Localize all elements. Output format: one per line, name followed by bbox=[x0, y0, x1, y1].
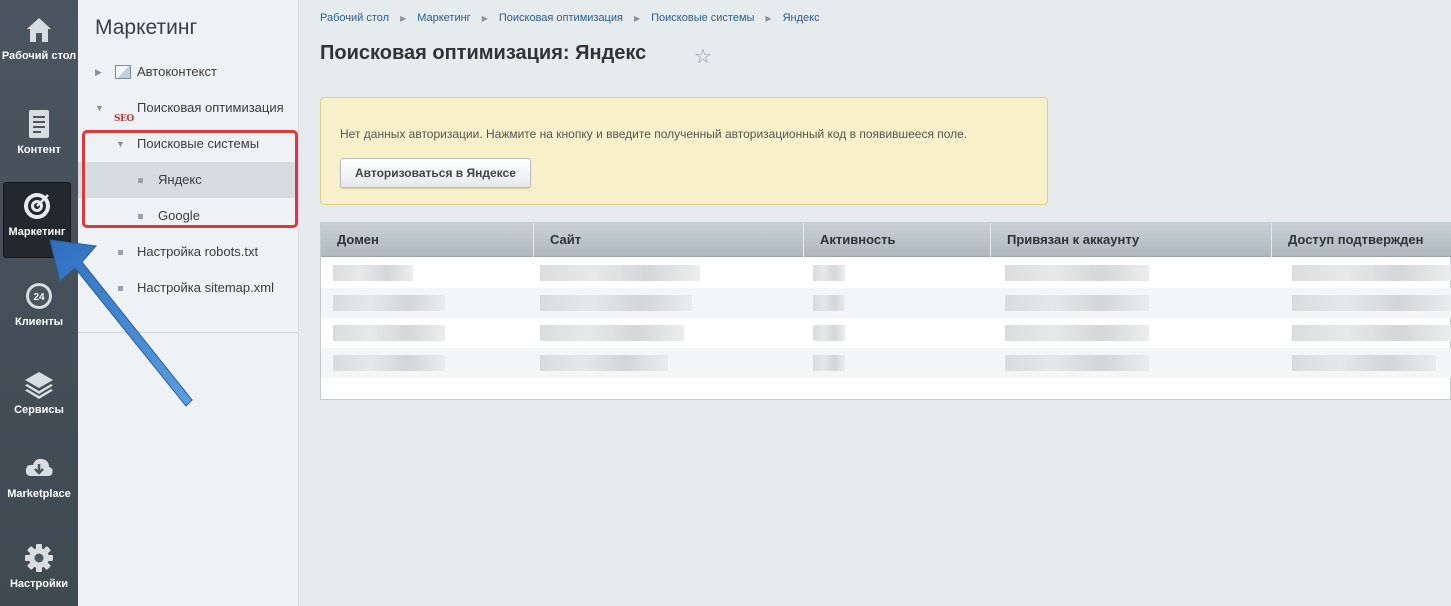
breadcrumb-link[interactable]: Яндекс bbox=[783, 12, 820, 24]
rail-item-services[interactable]: Сервисы bbox=[0, 368, 78, 416]
table-row[interactable] bbox=[321, 318, 1451, 348]
menu-item-robots[interactable]: Настройка robots.txt bbox=[78, 234, 298, 270]
chart-icon bbox=[115, 65, 131, 79]
column-header-site[interactable]: Сайт bbox=[534, 223, 804, 257]
rail-item-label: Сервисы bbox=[14, 404, 64, 416]
menu-item-label: Поисковая оптимизация bbox=[137, 100, 284, 115]
svg-text:24: 24 bbox=[33, 292, 45, 303]
auth-notice: Нет данных авторизации. Нажмите на кнопк… bbox=[320, 97, 1048, 205]
breadcrumb-separator-icon: ▶ bbox=[633, 14, 641, 23]
rail-item-label: Маркетинг bbox=[8, 226, 66, 238]
menu-item-sitemap[interactable]: Настройка sitemap.xml bbox=[78, 270, 298, 306]
table-row[interactable] bbox=[321, 258, 1451, 288]
rail-item-marketing[interactable]: Маркетинг bbox=[3, 182, 71, 258]
column-header-activity[interactable]: Активность bbox=[804, 223, 991, 257]
main-nav-rail: Рабочий стол Контент Маркетинг 24 Клиент… bbox=[0, 0, 78, 606]
notice-text: Нет данных авторизации. Нажмите на кнопк… bbox=[340, 127, 968, 141]
rail-item-content[interactable]: Контент bbox=[0, 108, 78, 156]
column-header-domain[interactable]: Домен bbox=[321, 223, 534, 257]
breadcrumb-link[interactable]: Рабочий стол bbox=[320, 12, 389, 24]
bullet-icon bbox=[118, 286, 123, 291]
menu-title: Маркетинг bbox=[95, 16, 198, 39]
column-header-access-confirmed[interactable]: Доступ подтвержден bbox=[1272, 223, 1451, 257]
rail-item-marketplace[interactable]: Marketplace bbox=[0, 452, 78, 500]
clients-24-icon: 24 bbox=[26, 283, 52, 309]
breadcrumb-link[interactable]: Поисковые системы bbox=[651, 12, 754, 24]
rail-item-settings[interactable]: Настройки bbox=[0, 542, 78, 590]
column-header-linked-account[interactable]: Привязан к аккаунту bbox=[991, 223, 1272, 257]
menu-item-autocontext[interactable]: ▶ Автоконтекст bbox=[78, 54, 298, 90]
layers-icon bbox=[25, 372, 53, 399]
rail-item-label: Настройки bbox=[9, 578, 69, 590]
home-icon bbox=[27, 18, 51, 42]
breadcrumb-separator-icon: ▶ bbox=[481, 14, 488, 23]
rail-item-desktop[interactable]: Рабочий стол bbox=[0, 14, 78, 62]
target-icon bbox=[24, 193, 50, 219]
rail-item-label: Клиенты bbox=[14, 316, 63, 328]
gear-icon bbox=[25, 544, 53, 572]
breadcrumb-separator-icon: ▶ bbox=[765, 14, 772, 23]
menu-item-seo[interactable]: ▼ SEO Поисковая оптимизация bbox=[78, 90, 298, 126]
table-row[interactable] bbox=[321, 288, 1451, 318]
document-icon bbox=[29, 110, 49, 138]
breadcrumb-link[interactable]: Поисковая оптимизация bbox=[499, 12, 623, 24]
domains-table: Домен Сайт Активность Привязан к аккаунт… bbox=[320, 222, 1451, 400]
table-row[interactable] bbox=[321, 348, 1451, 378]
bullet-icon bbox=[118, 250, 123, 255]
rail-item-label: Marketplace bbox=[7, 488, 71, 500]
section-menu: Маркетинг ▶ Автоконтекст ▼ SEO Поисковая… bbox=[78, 0, 299, 606]
breadcrumb: Рабочий стол ▶ Маркетинг ▶ Поисковая оптимиз… bbox=[320, 12, 820, 24]
menu-item-label: Настройка sitemap.xml bbox=[137, 280, 274, 295]
menu-divider bbox=[78, 332, 298, 333]
rail-item-label: Рабочий стол bbox=[1, 50, 77, 62]
page-title: Поисковая оптимизация: Яндекс bbox=[320, 42, 647, 64]
breadcrumb-separator-icon: ▶ bbox=[400, 14, 407, 23]
favorite-star-icon[interactable]: ☆ bbox=[694, 44, 712, 69]
table-header: Домен Сайт Активность Привязан к аккаунт… bbox=[321, 223, 1451, 257]
collapse-arrow-icon[interactable]: ▼ bbox=[95, 90, 104, 126]
rail-item-clients[interactable]: 24 Клиенты bbox=[0, 280, 78, 328]
menu-item-label: Настройка robots.txt bbox=[137, 244, 259, 259]
table-body bbox=[321, 258, 1451, 400]
breadcrumb-link[interactable]: Маркетинг bbox=[417, 12, 470, 24]
menu-item-label: Автоконтекст bbox=[137, 64, 217, 79]
expand-arrow-icon[interactable]: ▶ bbox=[95, 54, 102, 90]
highlight-box bbox=[82, 130, 298, 228]
rail-item-label: Контент bbox=[17, 144, 61, 156]
cloud-download-icon bbox=[25, 458, 53, 476]
authorize-yandex-button[interactable]: Авторизоваться в Яндексе bbox=[340, 158, 531, 188]
